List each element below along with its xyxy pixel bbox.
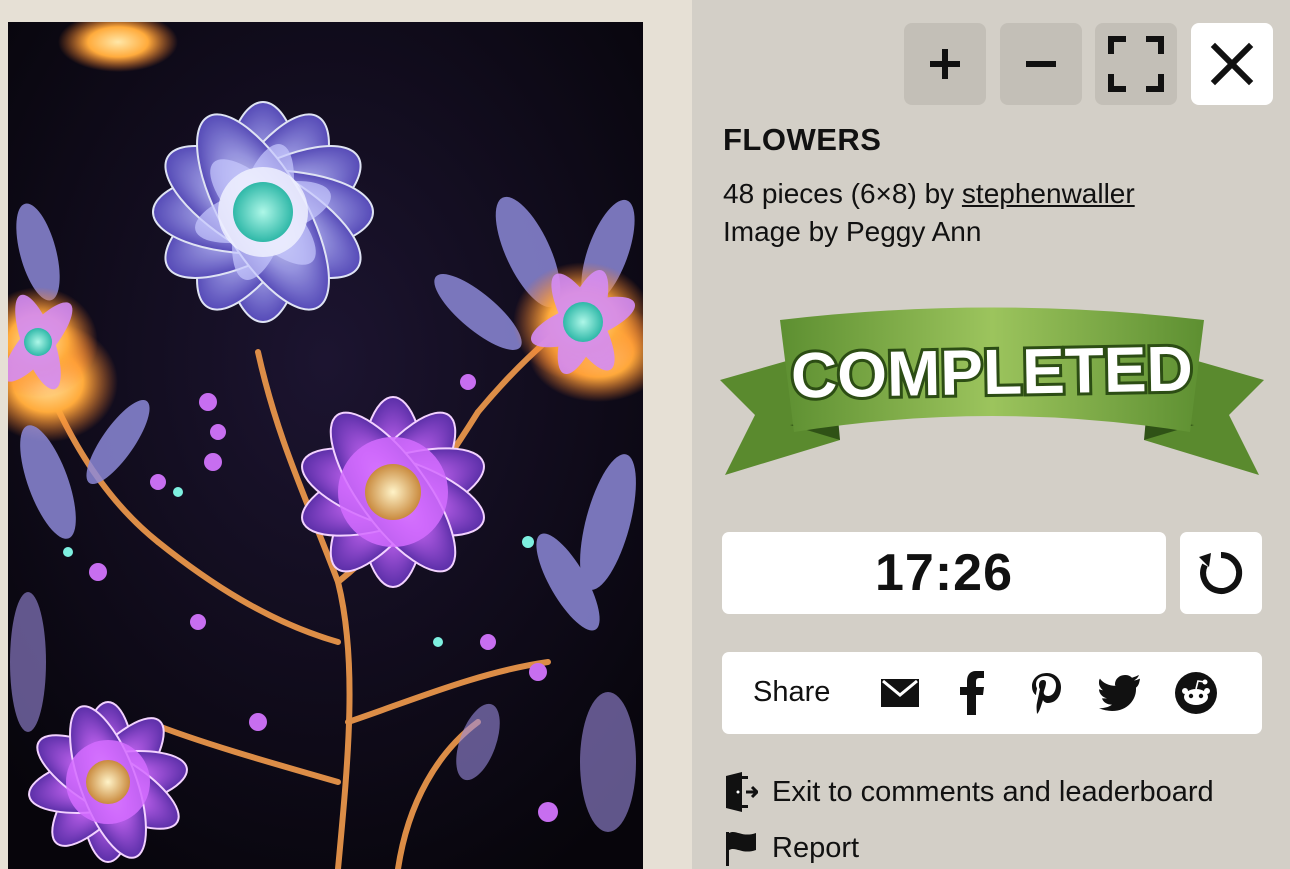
pieces-text: 48 pieces (6×8) by (723, 178, 955, 209)
reddit-share-button[interactable] (1174, 671, 1218, 715)
share-label: Share (753, 676, 831, 708)
puzzle-title: FLOWERS (723, 122, 882, 157)
restart-button[interactable] (1180, 532, 1262, 614)
email-share-button[interactable] (878, 671, 922, 715)
puzzle-image[interactable] (8, 22, 643, 869)
twitter-share-button[interactable] (1098, 671, 1142, 715)
exit-door-icon (726, 772, 758, 812)
restart-icon (1199, 551, 1243, 594)
completed-banner: COMPLETED (720, 307, 1264, 475)
author-link[interactable]: stephenwaller (962, 178, 1135, 209)
info-panel: FLOWERS 48 pieces (6×8) by stephenwaller… (692, 0, 1290, 869)
exit-link[interactable]: Exit to comments and leaderboard (724, 772, 1214, 812)
share-bar: Share (722, 652, 1262, 734)
zoom-out-button[interactable] (1000, 23, 1082, 105)
flag-icon (726, 831, 756, 866)
reddit-icon (1175, 672, 1217, 714)
completed-text: COMPLETED (790, 333, 1193, 412)
fullscreen-icon (1108, 36, 1164, 92)
twitter-icon (1099, 675, 1140, 711)
pieces-line: 48 pieces (6×8) by stephenwaller (723, 175, 1135, 213)
email-icon (881, 679, 919, 707)
fullscreen-button[interactable] (1095, 23, 1177, 105)
puzzle-area (0, 0, 692, 869)
flower-artwork (8, 22, 643, 869)
puzzle-meta: 48 pieces (6×8) by stephenwaller Image b… (723, 175, 1135, 251)
close-icon (1210, 42, 1254, 86)
close-button[interactable] (1191, 23, 1273, 105)
pinterest-icon (1032, 673, 1061, 714)
zoom-in-button[interactable] (904, 23, 986, 105)
report-link[interactable]: Report (724, 830, 859, 866)
facebook-share-button[interactable] (950, 671, 994, 715)
image-credit: Image by Peggy Ann (723, 216, 982, 247)
timer-display: 17:26 (722, 532, 1166, 614)
minus-icon (1026, 61, 1056, 67)
pinterest-share-button[interactable] (1025, 671, 1069, 715)
plus-icon (930, 49, 960, 79)
exit-link-label: Exit to comments and leaderboard (772, 775, 1214, 808)
report-link-label: Report (772, 831, 860, 864)
facebook-icon (960, 671, 984, 715)
